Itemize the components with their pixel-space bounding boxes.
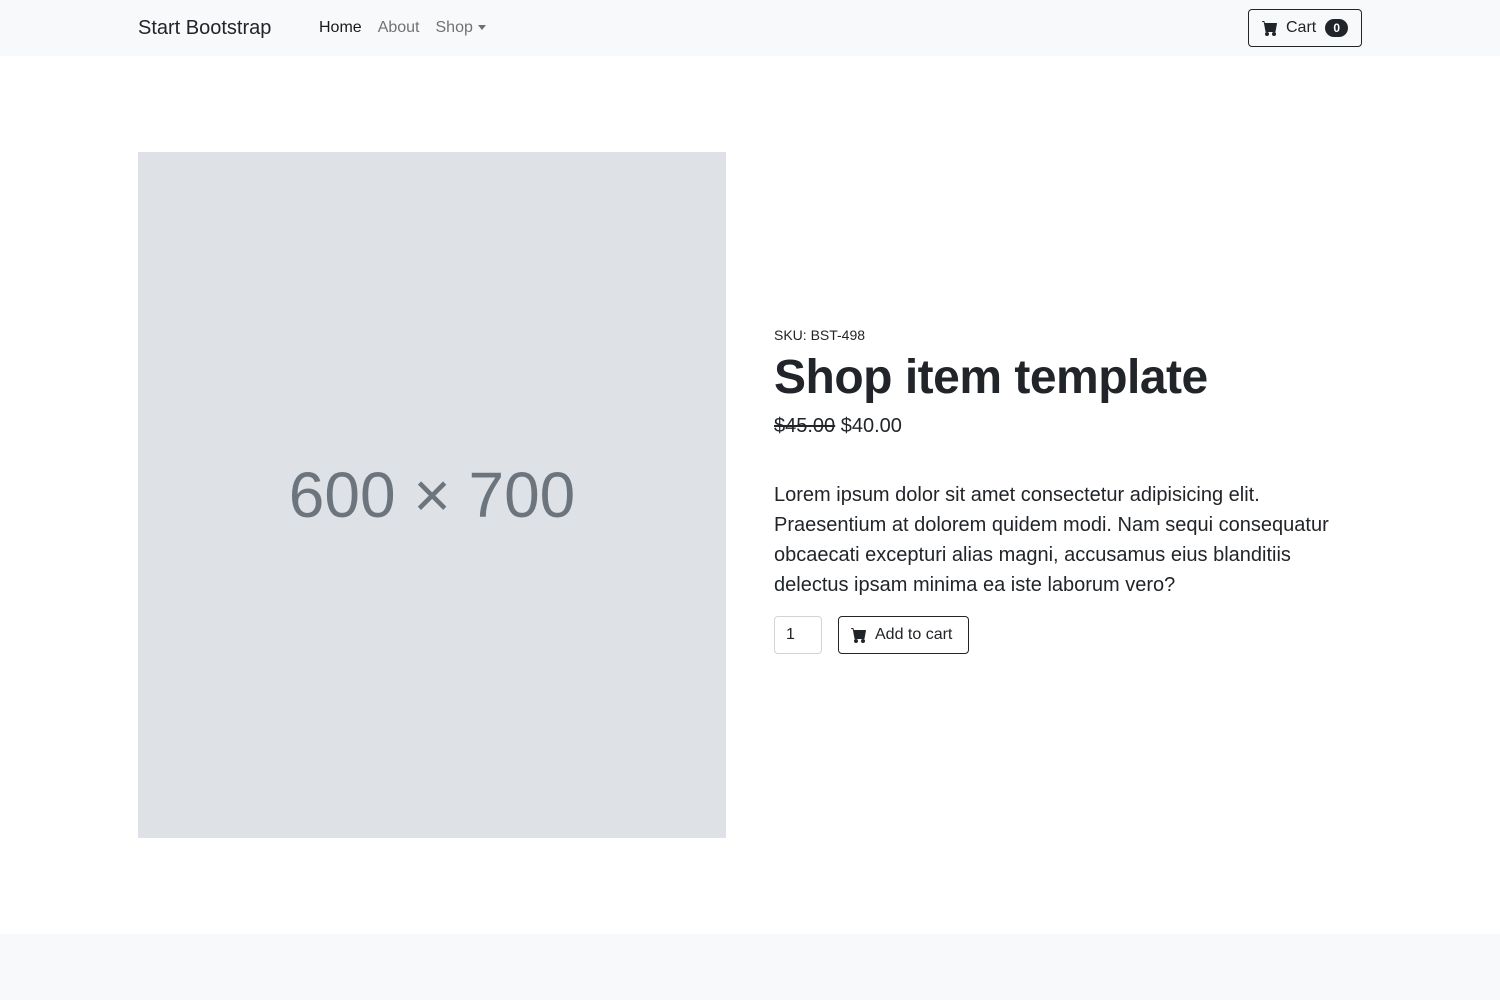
- brand-link[interactable]: Start Bootstrap: [138, 16, 271, 40]
- current-price: $40.00: [840, 415, 902, 437]
- cart-label: Cart: [1286, 19, 1317, 36]
- add-to-cart-label: Add to cart: [875, 626, 953, 643]
- nav-links: Home About Shop: [319, 18, 502, 38]
- cart-icon: [1262, 21, 1277, 36]
- caret-down-icon: [477, 24, 486, 30]
- cart-count-badge: 0: [1325, 19, 1349, 37]
- product-image: 600 × 700: [138, 152, 726, 838]
- image-placeholder-text: 600 × 700: [288, 459, 576, 531]
- navbar: Start Bootstrap Home About Shop Cart 0: [0, 0, 1500, 56]
- product-sku: SKU: BST-498: [774, 327, 866, 343]
- product-price: $45.00 $40.00: [774, 414, 1364, 438]
- add-to-cart-button[interactable]: Add to cart: [838, 616, 969, 654]
- nav-dropdown-shop[interactable]: Shop: [436, 18, 486, 38]
- cart-icon: [851, 628, 866, 643]
- nav-dropdown-shop-label: Shop: [435, 19, 473, 36]
- purchase-actions: Add to cart: [774, 616, 1364, 654]
- cart-button[interactable]: Cart 0: [1248, 9, 1362, 47]
- nav-link-home[interactable]: Home: [319, 18, 362, 38]
- product-info: SKU: BST-498 Shop item template $45.00 $…: [774, 326, 1364, 654]
- product-title: Shop item template: [774, 351, 1208, 404]
- old-price: $45.00: [774, 415, 836, 437]
- quantity-input[interactable]: [774, 616, 822, 654]
- nav-link-about[interactable]: About: [378, 18, 420, 38]
- product-description: Lorem ipsum dolor sit amet consectetur a…: [774, 484, 1329, 596]
- footer: [0, 934, 1500, 1000]
